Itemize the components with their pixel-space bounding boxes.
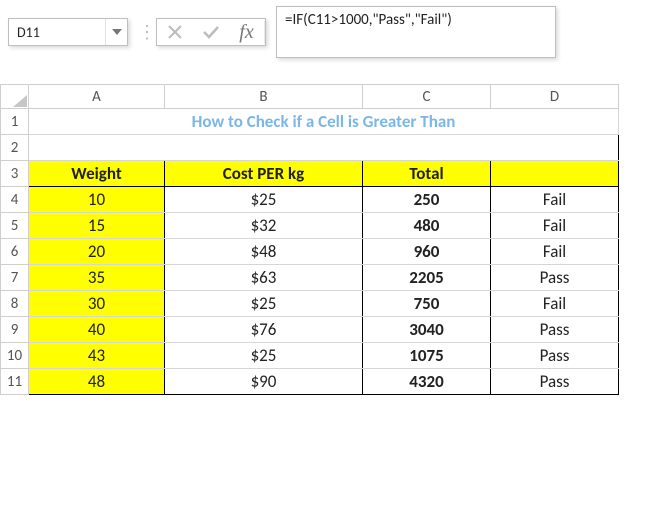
header-result[interactable] bbox=[491, 161, 619, 187]
cell-D8[interactable]: Fail bbox=[491, 291, 619, 317]
header-cost[interactable]: Cost PER kg bbox=[165, 161, 363, 187]
cell-D7[interactable]: Pass bbox=[491, 265, 619, 291]
insert-function-icon[interactable]: fx bbox=[229, 21, 265, 44]
cell-B9[interactable]: $76 bbox=[165, 317, 363, 343]
row-header-10[interactable]: 10 bbox=[1, 343, 29, 369]
cell-B6[interactable]: $48 bbox=[165, 239, 363, 265]
formula-buttons: fx bbox=[156, 18, 266, 46]
cell-A9[interactable]: 40 bbox=[29, 317, 165, 343]
cell-C4[interactable]: 250 bbox=[363, 187, 491, 213]
header-weight[interactable]: Weight bbox=[29, 161, 165, 187]
cell-A11[interactable]: 48 bbox=[29, 369, 165, 395]
cell-A8[interactable]: 30 bbox=[29, 291, 165, 317]
separator-dots-icon: ⋮ bbox=[138, 21, 146, 43]
cell-A7[interactable]: 35 bbox=[29, 265, 165, 291]
name-box-value: D11 bbox=[9, 24, 105, 41]
col-header-B[interactable]: B bbox=[165, 85, 363, 109]
row-header-3[interactable]: 3 bbox=[1, 161, 29, 187]
cell-D9[interactable]: Pass bbox=[491, 317, 619, 343]
cell-B4[interactable]: $25 bbox=[165, 187, 363, 213]
title-cell[interactable]: How to Check if a Cell is Greater Than bbox=[29, 109, 619, 135]
formula-bar-area: D11 ⋮ fx =IF(C11>1000,"Pass","Fail") bbox=[0, 0, 665, 62]
cell-A10[interactable]: 43 bbox=[29, 343, 165, 369]
row-header-9[interactable]: 9 bbox=[1, 317, 29, 343]
row-header-7[interactable]: 7 bbox=[1, 265, 29, 291]
col-header-C[interactable]: C bbox=[363, 85, 491, 109]
formula-input[interactable]: =IF(C11>1000,"Pass","Fail") bbox=[276, 6, 556, 58]
cell-C6[interactable]: 960 bbox=[363, 239, 491, 265]
cell-A6[interactable]: 20 bbox=[29, 239, 165, 265]
row-header-8[interactable]: 8 bbox=[1, 291, 29, 317]
cell-blank[interactable] bbox=[29, 135, 619, 161]
col-header-D[interactable]: D bbox=[491, 85, 619, 109]
cell-C9[interactable]: 3040 bbox=[363, 317, 491, 343]
cell-D11[interactable]: Pass bbox=[491, 369, 619, 395]
cell-A5[interactable]: 15 bbox=[29, 213, 165, 239]
cell-A4[interactable]: 10 bbox=[29, 187, 165, 213]
header-total[interactable]: Total bbox=[363, 161, 491, 187]
row-header-1[interactable]: 1 bbox=[1, 109, 29, 135]
row-header-5[interactable]: 5 bbox=[1, 213, 29, 239]
cell-B8[interactable]: $25 bbox=[165, 291, 363, 317]
cell-B10[interactable]: $25 bbox=[165, 343, 363, 369]
col-header-A[interactable]: A bbox=[29, 85, 165, 109]
cell-C7[interactable]: 2205 bbox=[363, 265, 491, 291]
cell-C8[interactable]: 750 bbox=[363, 291, 491, 317]
cell-D6[interactable]: Fail bbox=[491, 239, 619, 265]
cancel-x-icon[interactable] bbox=[157, 19, 193, 45]
cell-B5[interactable]: $32 bbox=[165, 213, 363, 239]
select-all-corner[interactable] bbox=[1, 85, 29, 109]
cell-C10[interactable]: 1075 bbox=[363, 343, 491, 369]
row-header-6[interactable]: 6 bbox=[1, 239, 29, 265]
cell-B11[interactable]: $90 bbox=[165, 369, 363, 395]
cell-C5[interactable]: 480 bbox=[363, 213, 491, 239]
row-header-11[interactable]: 11 bbox=[1, 369, 29, 395]
cell-C11[interactable]: 4320 bbox=[363, 369, 491, 395]
name-box[interactable]: D11 bbox=[8, 18, 128, 46]
enter-check-icon[interactable] bbox=[193, 19, 229, 45]
spreadsheet-grid: A B C D 1 How to Check if a Cell is Grea… bbox=[0, 84, 665, 395]
row-header-2[interactable]: 2 bbox=[1, 135, 29, 161]
row-header-4[interactable]: 4 bbox=[1, 187, 29, 213]
cell-D4[interactable]: Fail bbox=[491, 187, 619, 213]
grid-table: A B C D 1 How to Check if a Cell is Grea… bbox=[0, 84, 619, 395]
cell-B7[interactable]: $63 bbox=[165, 265, 363, 291]
cell-D10[interactable]: Pass bbox=[491, 343, 619, 369]
chevron-down-icon[interactable] bbox=[105, 19, 127, 45]
cell-D5[interactable]: Fail bbox=[491, 213, 619, 239]
